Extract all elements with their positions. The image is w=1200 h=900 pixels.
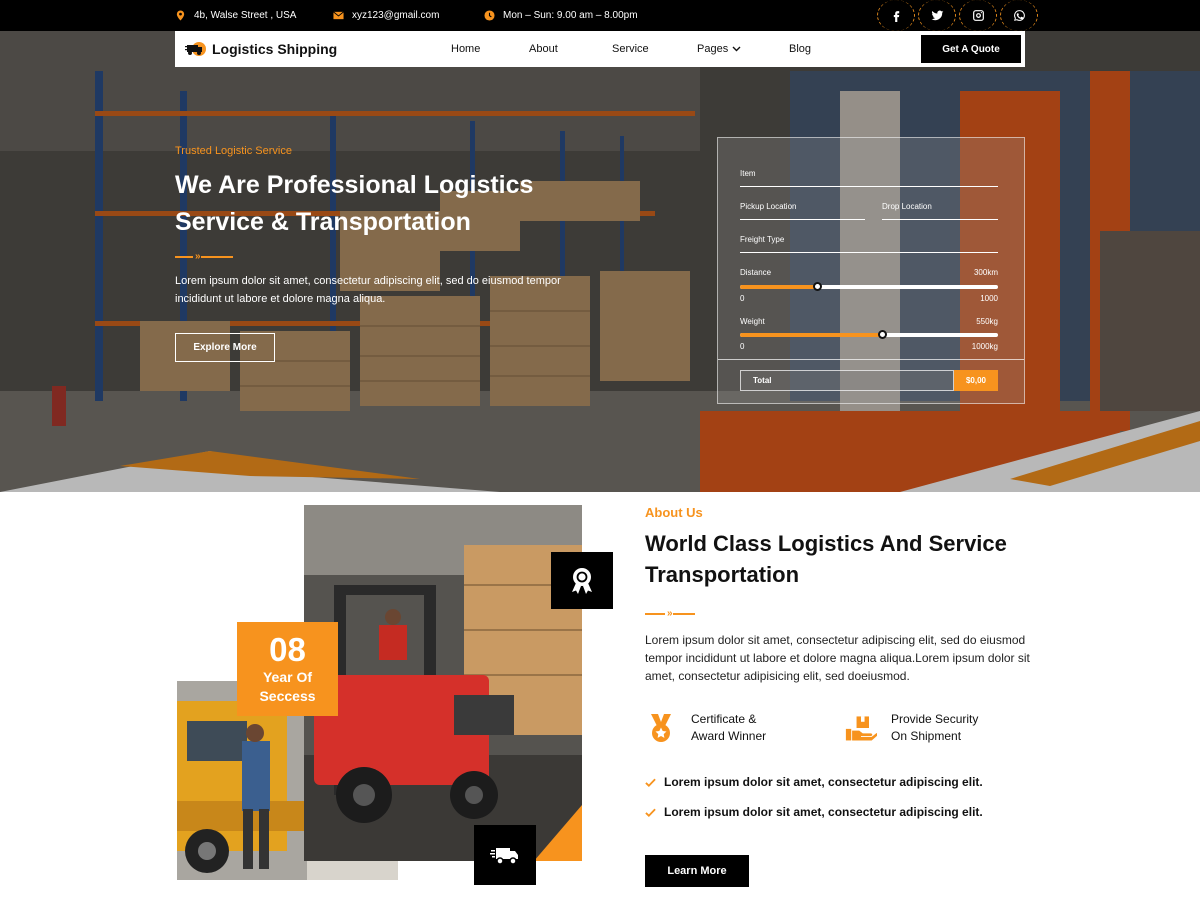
delivery-truck-icon [490,848,518,865]
weight-value: 550kg [976,317,998,326]
features-row: Certificate & Award Winner Provide Secur… [645,711,1045,745]
distance-label: Distance [740,268,772,277]
about-divider: » [645,608,1045,619]
item-label: Item [740,169,756,178]
award-ribbon-icon [572,567,592,594]
check-list: Lorem ipsum dolor sit amet, consectetur … [645,767,1045,827]
hero-description: Lorem ipsum dolor sit amet, consectetur … [175,275,561,305]
freight-type-field[interactable]: Freight Type [740,235,998,253]
whatsapp-link[interactable] [1000,0,1038,31]
learn-more-button[interactable]: Learn More [645,855,749,887]
weight-label: Weight [740,317,765,326]
truck-logo-icon [185,42,206,56]
distance-fill [740,285,818,289]
years-label: Year Of Seccess [259,669,316,704]
hours-text: Mon – Sun: 9.00 am – 8.00pm [503,10,638,21]
nav-service[interactable]: Service [612,43,649,55]
nav-pages-label: Pages [697,43,729,55]
check-text: Lorem ipsum dolor sit amet, consectetur … [664,805,983,819]
forklift-image [304,505,582,861]
feature-security-line2: On Shipment [891,729,962,743]
nav-about[interactable]: About [529,43,558,55]
nav-home[interactable]: Home [451,43,480,55]
pickup-location-field[interactable]: Pickup Location [740,202,865,220]
distance-header: Distance 300km [740,268,998,277]
feature-certificate-line2: Award Winner [691,729,767,743]
hero-divider: » [175,251,575,262]
forklift-illustration [304,505,582,861]
explore-more-button[interactable]: Explore More [175,333,275,362]
feature-security: Provide Security On Shipment [845,711,1045,745]
total-value: $0,00 [954,370,998,391]
check-text: Lorem ipsum dolor sit amet, consectetur … [664,775,983,789]
weight-range: 0 1000kg [740,342,998,351]
item-field[interactable]: Item [740,169,998,187]
facebook-link[interactable] [877,0,915,31]
instagram-link[interactable] [959,0,997,31]
years-badge: 08 Year Of Seccess [237,622,338,716]
clock-icon [484,10,495,21]
top-bar: 4b, Walse Street , USA xyz123@gmail.com … [0,0,1200,31]
hero-title: We Are Professional Logistics Service & … [175,171,534,236]
location-icon [176,10,185,21]
years-number: 08 [269,631,306,668]
feature-certificate: Certificate & Award Winner [645,711,845,745]
weight-thumb[interactable] [877,330,887,339]
feature-certificate-line1: Certificate & [691,712,757,726]
weight-slider[interactable] [740,330,998,339]
drop-label: Drop Location [882,202,932,211]
distance-value: 300km [973,268,998,277]
check-item: Lorem ipsum dolor sit amet, consectetur … [645,797,1045,827]
distance-slider[interactable] [740,282,998,291]
weight-min: 0 [740,342,745,351]
medal-icon [651,714,671,742]
total-label: Total [740,370,954,391]
weight-max: 1000kg [971,342,998,351]
get-quote-button[interactable]: Get A Quote [921,35,1021,63]
delivery-badge [474,825,536,885]
address-info: 4b, Walse Street , USA [175,0,296,31]
weight-header: Weight 550kg [740,317,998,326]
about-title: World Class Logistics And Service Transp… [645,531,1007,587]
weight-fill [740,333,882,337]
instagram-icon [972,10,984,21]
chevron-down-icon [732,46,741,52]
distance-range: 0 1000 [740,294,998,303]
pickup-label: Pickup Location [740,202,797,211]
brand-logo[interactable]: Logistics Shipping [175,41,337,57]
email-info[interactable]: xyz123@gmail.com [333,0,439,31]
brand-name: Logistics Shipping [212,41,338,57]
social-links [877,0,1038,31]
award-badge [551,552,613,609]
distance-thumb[interactable] [813,282,823,291]
feature-security-line1: Provide Security [891,712,979,726]
shipping-calculator: Item Pickup Location Drop Location Freig… [717,137,1025,404]
whatsapp-icon [1013,10,1025,21]
twitter-link[interactable] [918,0,956,31]
main-navbar: Logistics Shipping Home About Service Pa… [175,31,1025,67]
nav-pages[interactable]: Pages [697,43,741,55]
nav-blog[interactable]: Blog [789,43,811,55]
checkmark-icon [645,778,656,787]
twitter-icon [931,10,943,21]
address-text: 4b, Walse Street , USA [194,10,297,21]
email-text: xyz123@gmail.com [352,10,440,21]
freight-label: Freight Type [740,235,785,244]
distance-max: 1000 [980,294,998,303]
hours-info: Mon – Sun: 9.00 am – 8.00pm [484,0,638,31]
check-item: Lorem ipsum dolor sit amet, consectetur … [645,767,1045,797]
drop-location-field[interactable]: Drop Location [882,202,998,220]
about-section: About Us World Class Logistics And Servi… [645,505,1045,887]
facebook-icon [893,11,899,22]
distance-min: 0 [740,294,745,303]
hero-content: Trusted Logistic Service We Are Professi… [175,145,575,362]
about-description: Lorem ipsum dolor sit amet, consectetur … [645,633,1030,683]
checkmark-icon [645,808,656,817]
mail-icon [333,11,344,20]
hero-tagline: Trusted Logistic Service [175,145,292,157]
about-tag: About Us [645,505,703,520]
total-separator [718,359,1024,360]
hand-box-icon [845,716,877,741]
